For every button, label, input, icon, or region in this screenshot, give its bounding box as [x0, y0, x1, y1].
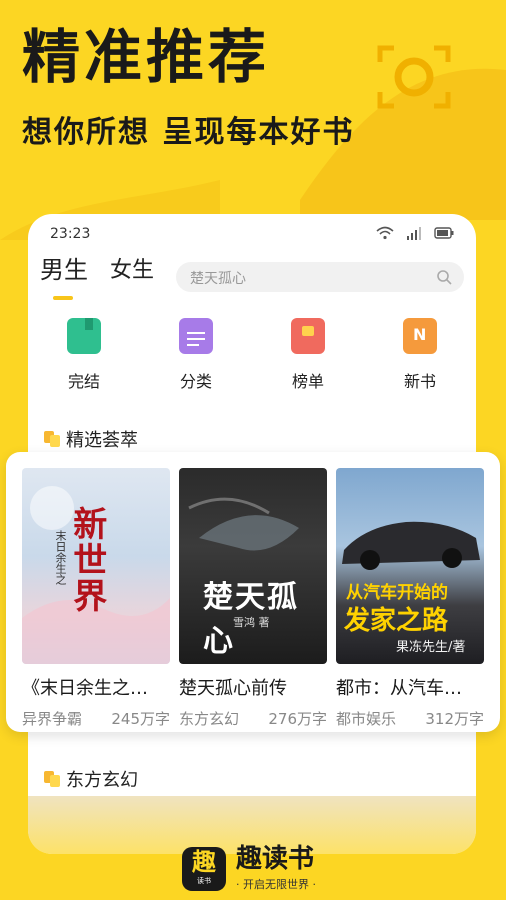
book-genre: 东方玄幻 — [179, 710, 240, 728]
book-meta: 异界争霸 245万字 — [22, 708, 170, 729]
logo-sub-text: 读书 — [197, 877, 211, 885]
battery-icon — [434, 227, 454, 239]
cover-title-line2: 发家之路 — [344, 606, 449, 636]
search-icon[interactable] — [436, 269, 452, 285]
category-completed[interactable]: 完结 — [28, 318, 140, 392]
book-genre: 异界争霸 — [22, 710, 83, 728]
new-book-icon: N — [403, 318, 437, 354]
brand-footer: 趣 读书 趣读书 · 开启无限世界 · — [182, 846, 316, 892]
book-genre: 都市娱乐 — [336, 710, 397, 728]
category-label: 新书 — [403, 372, 436, 391]
status-time: 23:23 — [50, 226, 91, 242]
active-tab-indicator — [53, 296, 73, 300]
section-featured: 精选荟萃 — [44, 426, 138, 452]
book-icon — [67, 318, 101, 354]
category-row: 完结 分类 榜单 N 新书 — [28, 318, 476, 392]
book-word-count: 276万字 — [268, 710, 327, 728]
section-eastern-fantasy-title: 东方玄幻 — [66, 770, 138, 791]
category-new-books[interactable]: N 新书 — [364, 318, 476, 392]
promo-subline: 想你所想 呈现每本好书 — [22, 115, 355, 150]
book-title[interactable]: 楚天孤心前传 — [179, 674, 327, 700]
category-label: 完结 — [67, 372, 100, 391]
book-cover[interactable]: 从汽车开始的 发家之路 果冻先生/著 — [336, 468, 484, 664]
search-bar[interactable]: 楚天孤心 — [176, 262, 464, 292]
book-cover[interactable]: 新世界 末日余生之 — [22, 468, 170, 664]
status-icons — [376, 226, 454, 240]
camera-icon — [377, 45, 451, 109]
signal-icon — [407, 227, 421, 240]
brand-name: 趣读书 — [236, 844, 315, 874]
search-placeholder: 楚天孤心 — [190, 271, 246, 287]
book-item[interactable]: 新世界 末日余生之 《末日余生之… 异界争霸 245万字 — [22, 468, 170, 729]
book-item[interactable]: 从汽车开始的 发家之路 果冻先生/著 都市：从汽车… 都市娱乐 312万字 — [336, 468, 484, 729]
document-icon — [179, 318, 213, 354]
cover-title: 新世界 — [66, 506, 107, 614]
cover-author: 果冻先生/著 — [396, 640, 466, 655]
cover-subtitle: 末日余生之 — [54, 530, 67, 585]
category-ranking[interactable]: 榜单 — [252, 318, 364, 392]
featured-books-card: 新世界 末日余生之 《末日余生之… 异界争霸 245万字 楚天孤心 雪鸿 著 楚… — [6, 452, 500, 732]
tab-female[interactable]: 女生 — [110, 260, 154, 282]
section-marker-icon — [44, 431, 60, 447]
book-meta: 东方玄幻 276万字 — [179, 708, 327, 729]
book-title[interactable]: 《末日余生之… — [22, 674, 170, 700]
book-word-count: 312万字 — [425, 710, 484, 728]
category-classify[interactable]: 分类 — [140, 318, 252, 392]
brand-slogan: · 开启无限世界 · — [236, 878, 316, 891]
section-eastern-fantasy: 东方玄幻 — [44, 766, 138, 792]
book-title[interactable]: 都市：从汽车… — [336, 674, 484, 700]
wifi-icon — [376, 226, 394, 240]
tab-male[interactable]: 男生 — [40, 258, 88, 282]
section-marker-icon — [44, 771, 60, 787]
book-cover[interactable]: 楚天孤心 雪鸿 著 — [179, 468, 327, 664]
gender-tabs: 男生 女生 — [40, 258, 154, 282]
cover-author: 雪鸿 著 — [233, 616, 270, 629]
category-label: 分类 — [179, 372, 212, 391]
section-featured-title: 精选荟萃 — [66, 430, 138, 451]
book-meta: 都市娱乐 312万字 — [336, 708, 484, 729]
app-logo: 趣 读书 — [182, 847, 226, 891]
ranking-icon — [291, 318, 325, 354]
book-item[interactable]: 楚天孤心 雪鸿 著 楚天孤心前传 东方玄幻 276万字 — [179, 468, 327, 729]
category-label: 榜单 — [291, 372, 324, 391]
promo-headline: 精准推荐 — [22, 23, 271, 91]
logo-main-text: 趣 — [192, 848, 216, 876]
book-word-count: 245万字 — [111, 710, 170, 728]
